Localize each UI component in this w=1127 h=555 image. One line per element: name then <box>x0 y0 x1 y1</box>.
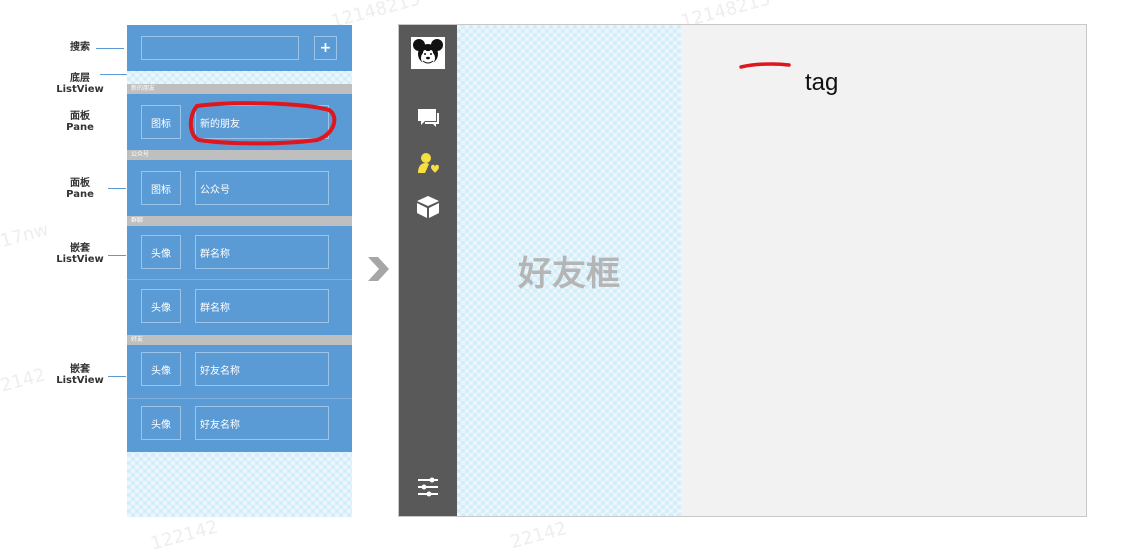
connector-search <box>96 48 124 49</box>
box-icon[interactable] <box>399 195 457 219</box>
list-item[interactable]: 头像 好友名称 <box>127 345 352 398</box>
tag-label: tag <box>805 69 839 96</box>
label-line: ListView <box>56 375 104 386</box>
chevron-right-icon <box>368 257 389 281</box>
label-line: ListView <box>56 84 104 95</box>
label-pane-1: 面板 Pane <box>50 111 110 133</box>
app-window: 好友框 tag <box>398 24 1087 517</box>
label-line: ListView <box>56 254 104 265</box>
list-item-name: 群名称 <box>195 235 329 269</box>
section-header-groups: 群聊 <box>127 216 352 226</box>
list-item-name: 好友名称 <box>195 352 329 386</box>
settings-sliders-icon[interactable] <box>399 475 457 499</box>
label-line: 面板 <box>70 111 90 122</box>
list-item-name: 公众号 <box>195 171 329 205</box>
label-line: 嵌套 <box>70 364 90 375</box>
list-item-name: 群名称 <box>195 289 329 323</box>
search-bar: + <box>127 25 352 71</box>
watermark: 17nw <box>0 219 51 252</box>
section-header-friends: 好友 <box>127 335 352 345</box>
section-header-new-friends: 新的朋友 <box>127 84 352 94</box>
connector-pane-2 <box>108 188 126 189</box>
friend-box-panel: 好友框 <box>457 25 681 516</box>
label-line: 嵌套 <box>70 243 90 254</box>
label-nested-2: 嵌套 ListView <box>50 364 110 386</box>
label-pane-2: 面板 Pane <box>50 178 110 200</box>
search-input[interactable] <box>141 36 299 60</box>
contact-icon[interactable] <box>399 151 457 175</box>
list-item-icon: 图标 <box>141 105 181 139</box>
red-highlight-annotation <box>188 101 337 146</box>
watermark: 122142 <box>148 516 221 555</box>
section-header-official-accounts: 公众号 <box>127 150 352 160</box>
list-item-avatar: 头像 <box>141 289 181 323</box>
label-line: 面板 <box>70 178 90 189</box>
label-line: Pane <box>66 189 94 200</box>
watermark: 22142 <box>508 517 570 554</box>
list-item[interactable]: 头像 好友名称 <box>127 399 352 452</box>
label-line: Pane <box>66 122 94 133</box>
add-button[interactable]: + <box>314 36 337 60</box>
list-item-avatar: 头像 <box>141 235 181 269</box>
list-item[interactable]: 头像 群名称 <box>127 280 352 335</box>
chat-icon[interactable] <box>399 107 457 129</box>
list-item[interactable]: 头像 群名称 <box>127 226 352 279</box>
list-item-avatar: 头像 <box>141 352 181 386</box>
friend-box-label: 好友框 <box>518 254 620 294</box>
label-nested-1: 嵌套 ListView <box>50 243 110 265</box>
mickey-avatar-icon[interactable] <box>399 37 457 69</box>
watermark: 2142 <box>0 364 48 397</box>
nav-sidebar <box>399 25 457 516</box>
list-item-name: 好友名称 <box>195 406 329 440</box>
list-item[interactable]: 图标 公众号 <box>127 160 352 216</box>
label-bottom-layer: 底层 ListView <box>50 73 110 95</box>
red-dash-annotation <box>739 62 791 69</box>
list-item-avatar: 头像 <box>141 406 181 440</box>
connector-nested-2 <box>108 376 126 377</box>
list-item-icon: 图标 <box>141 171 181 205</box>
connector-nested-1 <box>108 255 126 256</box>
